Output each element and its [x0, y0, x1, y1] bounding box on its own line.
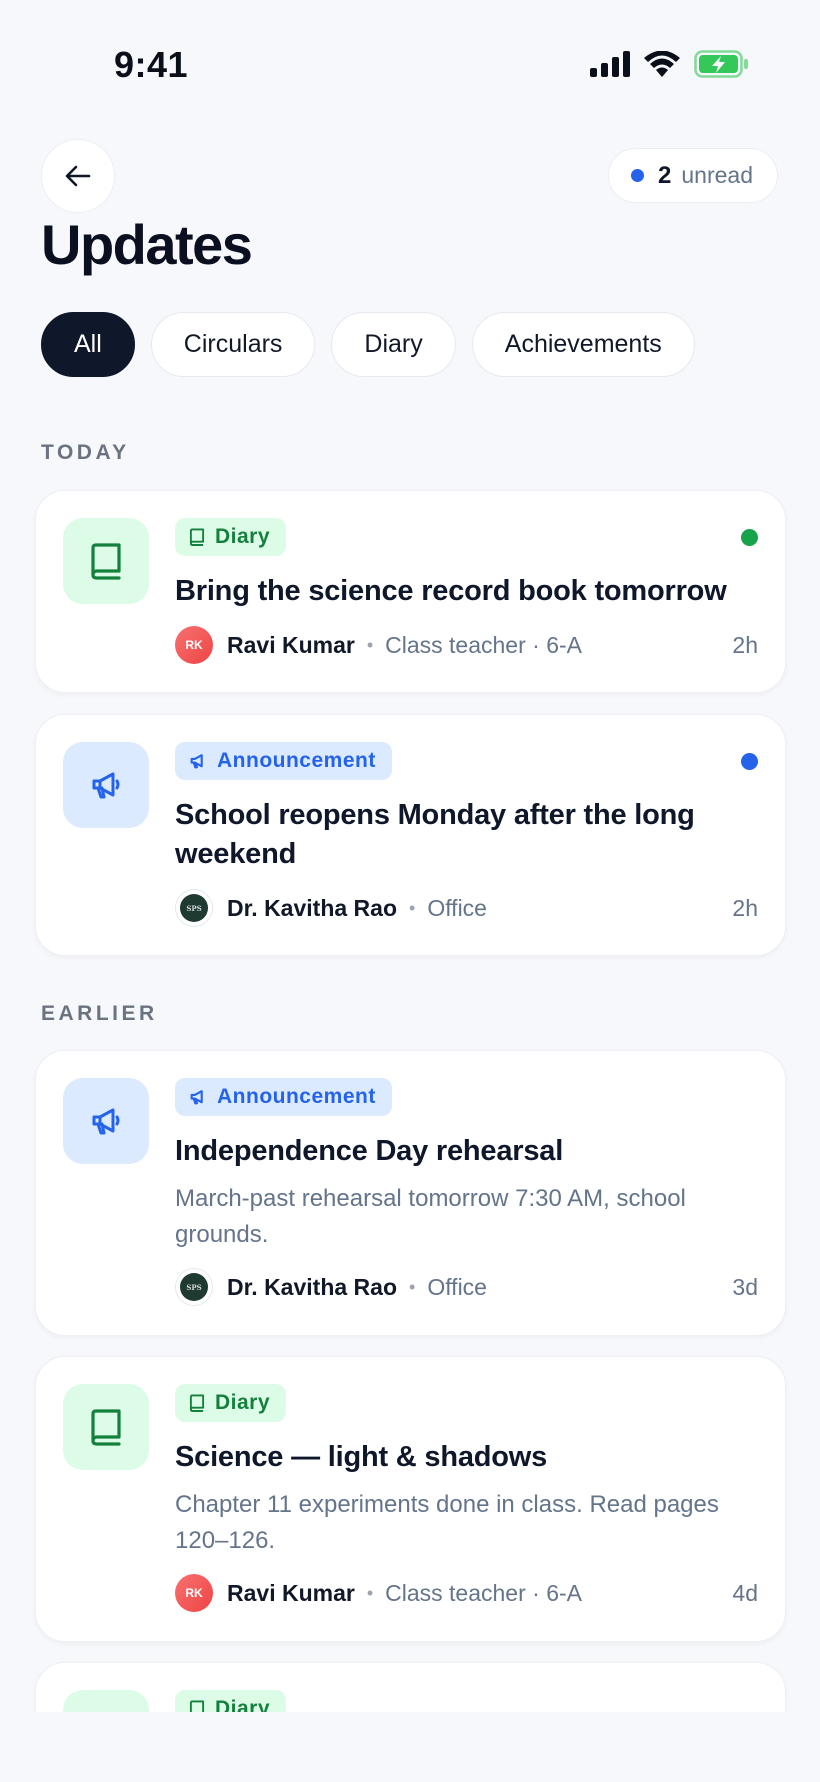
section-label-today: TODAY [41, 441, 130, 464]
megaphone-icon [92, 772, 120, 799]
card-description: Chapter 11 experiments done in class. Re… [175, 1491, 719, 1554]
tag-label: Announcement [217, 1085, 376, 1108]
avatar: RK [175, 626, 213, 664]
filter-chip-diary[interactable]: Diary [331, 312, 456, 377]
card-description: March-past rehearsal tomorrow 7:30 AM, s… [175, 1185, 686, 1248]
card-title: Independence Day rehearsal [175, 1135, 564, 1167]
tag-label: Announcement [217, 749, 376, 772]
book-tag-icon [189, 1394, 205, 1412]
filter-chip-all[interactable]: All [41, 312, 135, 377]
card-icon-container [63, 518, 149, 604]
tag-label: Diary [215, 525, 271, 548]
card-title: Bring the science record book tomorrow [175, 575, 727, 607]
filter-chip-circulars[interactable]: Circulars [150, 312, 316, 377]
tag-diary: Diary [175, 1384, 287, 1422]
author-name: Dr. Kavitha Rao [227, 1273, 397, 1300]
arrow-left-icon [65, 165, 91, 187]
update-card[interactable]: Announcement Independence Day rehearsal … [35, 1050, 786, 1336]
card-meta: SPS Dr. Kavitha Rao • Office 2h [175, 888, 758, 928]
unread-badge[interactable]: 2 unread [608, 148, 778, 203]
card-title: Science — light & shadows [175, 1441, 548, 1473]
bottom-fade [0, 1712, 820, 1782]
section-label-earlier: EARLIER [41, 1002, 158, 1025]
card-icon-container [63, 742, 149, 828]
card-icon-container [63, 1078, 149, 1164]
megaphone-tag-icon [190, 1090, 203, 1105]
author-name: Ravi Kumar [227, 631, 355, 658]
tag-diary: Diary [175, 518, 287, 556]
wifi-icon [644, 51, 680, 77]
megaphone-tag-icon [190, 754, 203, 769]
meta-separator: • [366, 634, 374, 655]
book-icon [91, 1409, 121, 1446]
update-card[interactable]: Announcement School reopens Monday after… [35, 714, 786, 956]
page-title: Updates [41, 213, 253, 276]
card-title: School reopens Monday after the long wee… [175, 799, 695, 870]
update-card[interactable]: Diary Bring the science record book tomo… [35, 490, 786, 693]
megaphone-icon [92, 1108, 120, 1135]
filter-chip-achievements[interactable]: Achievements [471, 312, 695, 377]
timestamp: 3d [732, 1273, 758, 1300]
book-tag-icon [189, 528, 205, 546]
unread-label: unread [681, 162, 753, 188]
card-meta: RK Ravi Kumar • Class teacher · 6-A 2h [175, 625, 758, 665]
avatar: RK [175, 1574, 213, 1612]
update-card[interactable]: Diary Science — light & shadows Chapter … [35, 1356, 786, 1642]
meta-separator: • [409, 897, 416, 918]
unread-indicator-dot [741, 753, 758, 770]
school-logo-icon: SPS [180, 894, 208, 922]
book-icon [91, 543, 121, 580]
unread-indicator-dot [741, 529, 758, 546]
cellular-signal-icon [590, 51, 630, 77]
meta-separator: • [409, 1276, 416, 1297]
unread-count: 2 [658, 161, 672, 189]
card-meta: RK Ravi Kumar • Class teacher · 6-A 4d [175, 1573, 758, 1613]
status-time: 9:41 [114, 44, 189, 85]
author-name: Dr. Kavitha Rao [227, 894, 397, 921]
filter-chips: All Circulars Diary Achievements [41, 312, 695, 377]
tag-label: Diary [215, 1391, 271, 1414]
meta-separator: • [366, 1582, 374, 1603]
school-logo-icon: SPS [180, 1273, 208, 1301]
status-icons [590, 50, 750, 78]
avatar: SPS [175, 1268, 213, 1306]
author-role: Office [427, 1273, 487, 1300]
card-meta: SPS Dr. Kavitha Rao • Office 3d [175, 1267, 758, 1307]
timestamp: 2h [732, 894, 758, 921]
card-icon-container [63, 1384, 149, 1470]
author-name: Ravi Kumar [227, 1579, 355, 1606]
unread-dot-icon [631, 169, 645, 182]
status-bar: 9:41 [0, 0, 820, 130]
author-role: Office [427, 894, 487, 921]
avatar: SPS [175, 889, 213, 927]
battery-charging-icon [694, 50, 748, 78]
back-button[interactable] [41, 139, 115, 213]
timestamp: 4d [732, 1579, 758, 1606]
timestamp: 2h [732, 631, 758, 658]
tag-announcement: Announcement [175, 742, 392, 780]
author-role: Class teacher · 6-A [385, 631, 582, 658]
tag-announcement: Announcement [175, 1078, 392, 1116]
author-role: Class teacher · 6-A [385, 1579, 582, 1606]
